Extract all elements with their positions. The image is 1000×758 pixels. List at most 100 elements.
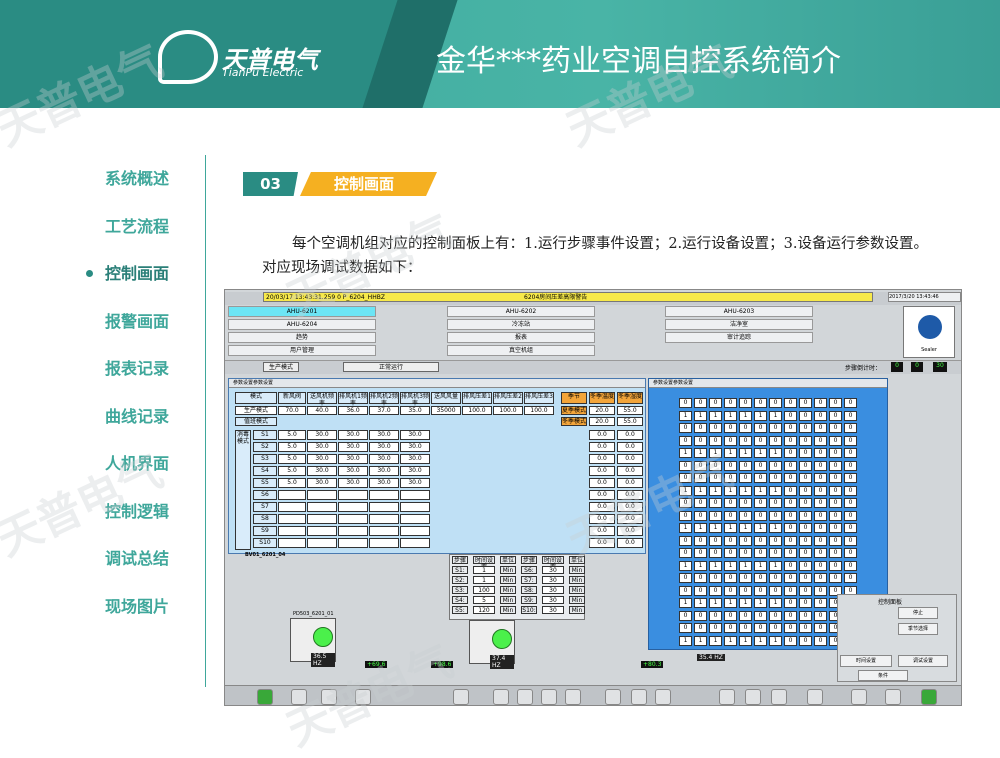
unit-button-ahu6203[interactable]: AHU-6203 <box>665 306 813 317</box>
arrow-up2-icon[interactable] <box>541 689 557 705</box>
device-cell: 0 <box>769 610 782 621</box>
speaker-icon[interactable] <box>885 689 901 705</box>
unit-button-trend[interactable]: 趋势 <box>228 332 376 343</box>
device-cell: 1 <box>754 485 767 496</box>
nav-item-process[interactable]: 工艺流程 <box>70 203 210 251</box>
param-step-label: S7 <box>253 502 277 512</box>
export-icon[interactable] <box>745 689 761 705</box>
param-cell: 30.0 <box>400 430 430 440</box>
unit-button-user-mgmt[interactable]: 用户管理 <box>228 345 376 356</box>
device-cell: 0 <box>679 398 692 408</box>
season-cell: 0.0 <box>589 478 615 488</box>
nav-item-summary[interactable]: 调试总结 <box>70 535 210 583</box>
step-cell: Min <box>569 596 585 604</box>
alarm-bar[interactable]: 20/03/17 13:43:31.259 0 P_6204_HHBZ 6204… <box>263 292 873 302</box>
device-cell: 0 <box>814 523 827 533</box>
disk-icon[interactable] <box>807 689 823 705</box>
nav-item-logic[interactable]: 控制逻辑 <box>70 488 210 536</box>
nav-item-control-screen[interactable]: 控制画面 <box>70 250 210 298</box>
control-panel-title: 控制面板 <box>878 599 903 606</box>
nav-item-hmi[interactable]: 人机界面 <box>70 440 210 488</box>
print-icon[interactable] <box>355 689 371 705</box>
device-cell: 0 <box>829 410 842 421</box>
season-cell: 0.0 <box>589 430 615 440</box>
step-cell: S5: <box>452 606 468 614</box>
save-icon[interactable] <box>719 689 735 705</box>
search-icon[interactable] <box>631 689 647 705</box>
arrow-up-icon[interactable] <box>493 689 509 705</box>
step-cell: 1 <box>473 566 495 574</box>
import-icon[interactable] <box>453 689 469 705</box>
season-cell: 0.0 <box>617 466 643 476</box>
window-icon[interactable] <box>851 689 867 705</box>
device-cell: 1 <box>709 410 722 421</box>
param-cell: 30.0 <box>338 430 368 440</box>
stop-button[interactable]: 停止 <box>898 607 938 619</box>
device-cell: 0 <box>724 460 737 471</box>
device-cell: 0 <box>754 623 767 633</box>
device-cell: 0 <box>814 635 827 646</box>
refresh-icon[interactable] <box>605 689 621 705</box>
debug-setting-button[interactable]: 调试设置 <box>898 655 948 667</box>
fan-icon <box>313 627 333 647</box>
unit-button-ahu6202[interactable]: AHU-6202 <box>447 306 595 317</box>
device-cell: 0 <box>694 623 707 633</box>
param-cell: 30.0 <box>400 442 430 452</box>
tool-icon[interactable] <box>291 689 307 705</box>
arrow-left-icon[interactable] <box>517 689 533 705</box>
nav-item-trends[interactable]: 曲线记录 <box>70 393 210 441</box>
ahu-unit-2[interactable]: 37.4 HZ <box>469 620 515 669</box>
nav-item-alarm[interactable]: 报警画面 <box>70 298 210 346</box>
device-cell: 1 <box>769 523 782 533</box>
unit-button-vacuum[interactable]: 真空机组 <box>447 345 595 356</box>
unit-button-ahu6204[interactable]: AHU-6204 <box>228 319 376 330</box>
nav-item-photos[interactable]: 现场图片 <box>70 583 210 631</box>
unit-button-chiller[interactable]: 冷冻站 <box>447 319 595 330</box>
season-cell: 0.0 <box>589 490 615 500</box>
param-column-header: 模式 <box>235 392 277 404</box>
play-icon[interactable] <box>257 689 273 705</box>
control-panel: 控制面板 停止 季节选择 时间设置 调试设置 条件 <box>837 594 957 682</box>
device-cell: 0 <box>769 460 782 471</box>
device-cell: 0 <box>799 423 812 433</box>
unit-button-cleanroom[interactable]: 洁净室 <box>665 319 813 330</box>
season-header: 冬季温度 <box>589 392 615 404</box>
unit-button-ahu6201[interactable]: AHU-6201 <box>228 306 376 317</box>
ahu-unit-1[interactable]: 36.5 HZ <box>290 618 336 667</box>
close-icon[interactable] <box>771 689 787 705</box>
device-cell: 0 <box>814 535 827 546</box>
param-step-label: S3 <box>253 454 277 464</box>
device-cell: 0 <box>844 398 857 408</box>
step-cell: 120 <box>473 606 495 614</box>
device-cell: 0 <box>679 548 692 558</box>
confirm-icon[interactable] <box>921 689 937 705</box>
unit-button-report[interactable]: 报表 <box>447 332 595 343</box>
device-cell: 0 <box>679 473 692 483</box>
device-cell: 0 <box>844 510 857 521</box>
season-select-button[interactable]: 季节选择 <box>898 623 938 635</box>
mode-indicator[interactable]: 生产模式 <box>263 362 299 372</box>
fan-frequency-3: 35.4 HZ <box>697 654 725 661</box>
param-cell <box>307 538 337 548</box>
device-cell: 1 <box>724 560 737 571</box>
param-cell <box>307 502 337 512</box>
device-cell: 0 <box>784 573 797 583</box>
device-cell: 0 <box>784 535 797 546</box>
pressure-reading-2: +98.6 <box>431 661 454 668</box>
season-cell: 0.0 <box>589 526 615 536</box>
folder-icon[interactable] <box>321 689 337 705</box>
unit-button-audit[interactable]: 审计追踪 <box>665 332 813 343</box>
device-cell: 0 <box>769 435 782 446</box>
condition-button[interactable]: 条件 <box>858 670 908 681</box>
device-cell: 0 <box>814 485 827 496</box>
device-cell: 1 <box>679 635 692 646</box>
nav-item-reports[interactable]: 报表记录 <box>70 345 210 393</box>
device-cell: 0 <box>799 410 812 421</box>
arrow-down-icon[interactable] <box>565 689 581 705</box>
param-cell: 37.0 <box>369 406 399 415</box>
season-cell: 0.0 <box>617 526 643 536</box>
device-cell: 0 <box>799 510 812 521</box>
zoom-icon[interactable] <box>655 689 671 705</box>
nav-item-overview[interactable]: 系统概述 <box>70 155 210 203</box>
time-setting-button[interactable]: 时间设置 <box>840 655 892 667</box>
